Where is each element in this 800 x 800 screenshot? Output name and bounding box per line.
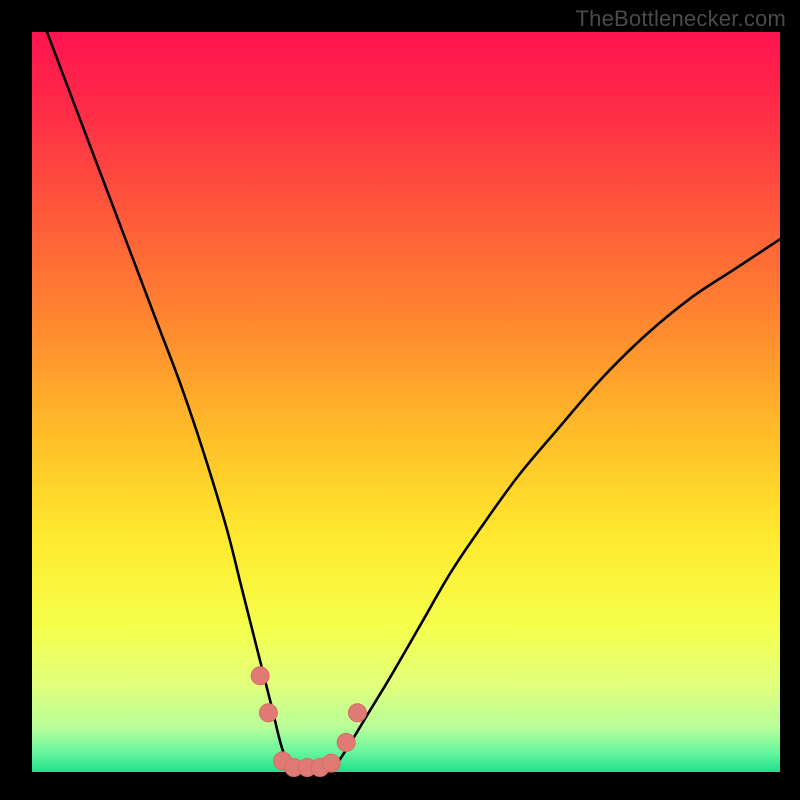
highlight-dot [259, 704, 277, 722]
highlight-dot [337, 733, 355, 751]
highlight-dot [251, 667, 269, 685]
plot-background [32, 32, 780, 772]
chart-stage: TheBottlenecker.com [0, 0, 800, 800]
highlight-dot [322, 754, 340, 772]
highlight-dot [348, 704, 366, 722]
watermark-text: TheBottlenecker.com [576, 6, 786, 32]
bottleneck-chart [0, 0, 800, 800]
